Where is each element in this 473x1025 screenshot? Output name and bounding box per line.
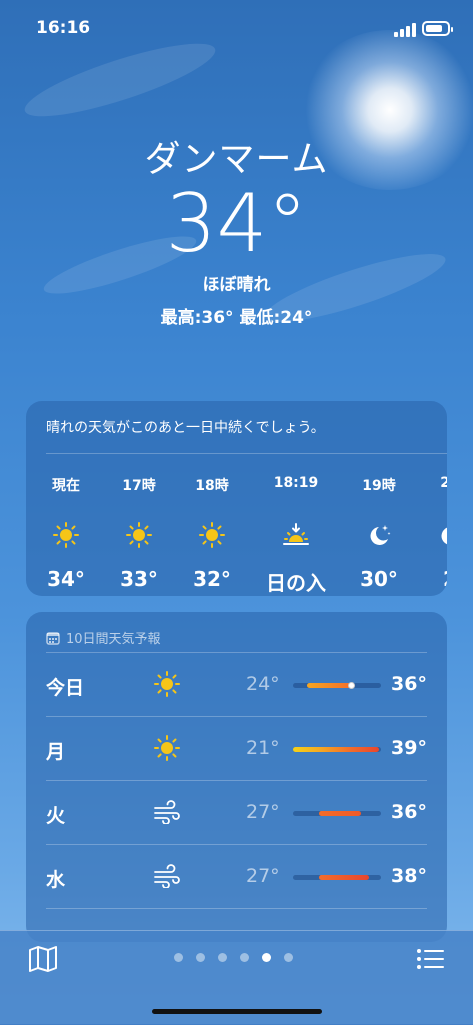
temp-range-fill (319, 875, 369, 880)
home-indicator (152, 1009, 322, 1014)
hourly-item: 19時 30° (349, 475, 409, 591)
hour-label: 18:19 (273, 475, 319, 491)
day-name: 今日 (46, 677, 85, 699)
day-name: 火 (46, 805, 66, 827)
page-indicator[interactable] (174, 953, 293, 962)
bottom-toolbar (0, 930, 473, 1025)
current-weather: ダンマーム 34° ほぼ晴れ 最高:36° 最低:24° (0, 130, 473, 328)
daily-row-monday[interactable]: 月 21° 39° (46, 717, 427, 781)
hour-label: 17時 (122, 478, 156, 494)
forecast-summary: 晴れの天気がこのあと一日中続くでしょう。 (46, 420, 325, 436)
sun-icon (152, 733, 182, 763)
daily-row-wednesday[interactable]: 水 27° 38° (46, 845, 427, 909)
hourly-item: 17時 33° (109, 475, 169, 591)
low-temp: 27° (246, 801, 280, 823)
low-temp: 27° (246, 865, 280, 887)
hour-temp: 2 (420, 567, 447, 591)
hourly-item: 20 2 (420, 475, 447, 591)
current-temp-marker (348, 682, 355, 689)
daily-header: 10日間天気予報 (46, 628, 161, 647)
temp-range-bar (293, 682, 381, 689)
high-temp: 39° (391, 737, 427, 759)
page-dot[interactable] (284, 953, 293, 962)
sun-icon (152, 669, 182, 699)
hour-label: 18時 (195, 478, 229, 494)
hour-temp: 日の入 (266, 571, 326, 595)
high-low-text: 最高:36° 最低:24° (160, 308, 313, 328)
wind-icon (152, 861, 182, 891)
page-dot[interactable] (240, 953, 249, 962)
low-temp: 21° (246, 737, 280, 759)
hourly-item: 18時 32° (182, 475, 242, 591)
page-dot[interactable] (174, 953, 183, 962)
day-name: 月 (46, 741, 66, 763)
hourly-item: 18:19 日の入 (266, 475, 326, 596)
calendar-icon (46, 631, 60, 645)
moon-stars-icon (349, 515, 409, 555)
wind-icon (152, 797, 182, 827)
hour-temp: 33° (120, 567, 158, 591)
page-dot[interactable] (218, 953, 227, 962)
battery-icon (422, 21, 453, 36)
daily-row-tuesday[interactable]: 火 27° 36° (46, 781, 427, 845)
map-icon[interactable] (28, 945, 58, 973)
divider (46, 453, 447, 454)
daily-header-label: 10日間天気予報 (66, 632, 161, 647)
daily-row-today[interactable]: 今日 24° 36° (46, 653, 427, 717)
sunset-icon (266, 515, 326, 555)
high-temp: 36° (391, 801, 427, 823)
sun-icon (109, 515, 169, 555)
day-name: 水 (46, 869, 66, 891)
sun-icon (36, 515, 96, 555)
hourly-item: 現在 34° (36, 475, 96, 591)
page-dot[interactable] (196, 953, 205, 962)
condition-text: ほぼ晴れ (202, 275, 271, 295)
hour-temp: 34° (47, 567, 85, 591)
temp-range-bar (293, 747, 381, 752)
high-temp: 36° (391, 673, 427, 695)
ten-day-forecast-card[interactable]: 10日間天気予報 今日 24° 36° 月 21° 39° 火 27° 36° … (26, 612, 447, 942)
temp-range-bar (293, 875, 381, 880)
temp-range-fill (319, 811, 361, 816)
sun-icon (182, 515, 242, 555)
divider (46, 908, 427, 909)
list-icon[interactable] (416, 945, 446, 973)
hour-label: 20 (440, 475, 447, 491)
signal-icon (394, 23, 416, 37)
moon-icon (420, 515, 447, 555)
hourly-forecast-card[interactable]: 晴れの天気がこのあと一日中続くでしょう。 現在 34° 17時 33° 18時 … (26, 401, 447, 596)
status-bar: 16:16 (0, 16, 473, 42)
hour-temp: 32° (193, 567, 231, 591)
cloud-streak (18, 30, 222, 130)
temp-range-bar (293, 811, 381, 816)
city-name: ダンマーム (144, 139, 329, 180)
page-dot-active[interactable] (262, 953, 271, 962)
high-temp: 38° (391, 865, 427, 887)
hour-label: 現在 (52, 478, 80, 494)
temp-range-fill (307, 683, 353, 688)
hour-label: 19時 (362, 478, 396, 494)
current-temperature: 34° (165, 177, 308, 270)
hour-temp: 30° (360, 567, 398, 591)
low-temp: 24° (246, 673, 280, 695)
status-time: 16:16 (36, 18, 91, 38)
temp-range-fill (293, 747, 379, 752)
